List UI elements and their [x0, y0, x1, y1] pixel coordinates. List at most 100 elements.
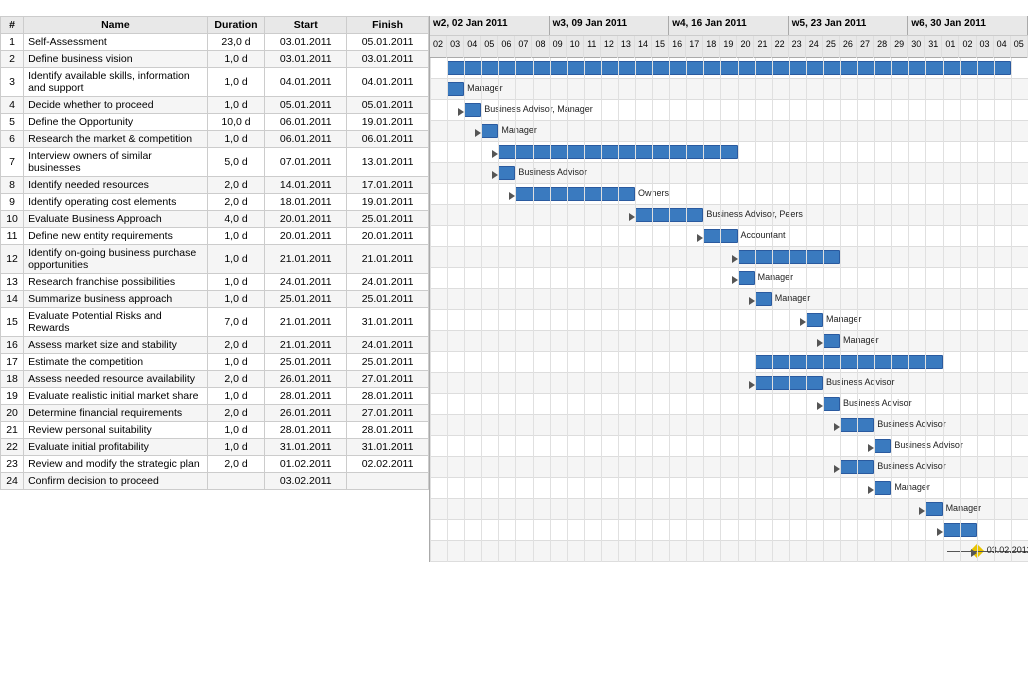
day-label: 30 — [908, 36, 925, 58]
row-start: 25.01.2011 — [265, 354, 347, 371]
row-finish: 19.01.2011 — [347, 114, 429, 131]
row-start: 26.01.2011 — [265, 405, 347, 422]
row-duration: 2,0 d — [207, 177, 265, 194]
row-name: Define business vision — [24, 51, 208, 68]
gantt-row: 03.02.2011 — [430, 541, 1028, 562]
gantt-row: Manager — [430, 79, 1028, 100]
row-name: Identify needed resources — [24, 177, 208, 194]
row-name: Review and modify the strategic plan — [24, 456, 208, 473]
row-num: 10 — [1, 211, 24, 228]
row-duration: 2,0 d — [207, 456, 265, 473]
gantt-row: Manager — [430, 478, 1028, 499]
gantt-bar — [755, 376, 823, 390]
gantt-bar — [925, 502, 942, 516]
table-row: 23 Review and modify the strategic plan … — [1, 456, 429, 473]
row-finish: 24.01.2011 — [347, 337, 429, 354]
gantt-bar-label: Manager — [775, 293, 811, 303]
week-label: w6, 30 Jan 2011 — [908, 16, 1028, 35]
day-label: 21 — [754, 36, 771, 58]
gantt-row: Manager — [430, 310, 1028, 331]
gantt-bar-label: Business Advisor — [518, 167, 587, 177]
day-label: 25 — [823, 36, 840, 58]
table-row: 7 Interview owners of similar businesses… — [1, 148, 429, 177]
gantt-bar-label: Manager — [467, 83, 503, 93]
row-duration: 1,0 d — [207, 291, 265, 308]
row-start: 03.01.2011 — [265, 34, 347, 51]
gantt-chart-section: w2, 02 Jan 2011w3, 09 Jan 2011w4, 16 Jan… — [430, 16, 1028, 562]
gantt-bar-label: Manager — [758, 272, 794, 282]
row-duration: 7,0 d — [207, 308, 265, 337]
row-start: 25.01.2011 — [265, 291, 347, 308]
gantt-bar-label: Business Advisor — [877, 461, 946, 471]
row-finish: 31.01.2011 — [347, 439, 429, 456]
gantt-row — [430, 58, 1028, 79]
main-title — [0, 0, 1028, 16]
gantt-bar — [703, 229, 737, 243]
task-table: # Name Duration Start Finish 1 Self-Asse… — [0, 16, 429, 490]
gantt-bar-label: Business Advisor — [894, 440, 963, 450]
table-row: 20 Determine financial requirements 2,0 … — [1, 405, 429, 422]
dependency-arrow — [817, 339, 823, 347]
row-num: 17 — [1, 354, 24, 371]
row-name: Summarize business approach — [24, 291, 208, 308]
table-row: 16 Assess market size and stability 2,0 … — [1, 337, 429, 354]
row-name: Assess needed resource availability — [24, 371, 208, 388]
row-num: 3 — [1, 68, 24, 97]
row-finish: 03.01.2011 — [347, 51, 429, 68]
row-start: 24.01.2011 — [265, 274, 347, 291]
row-duration: 1,0 d — [207, 51, 265, 68]
row-start: 28.01.2011 — [265, 388, 347, 405]
day-label: 02 — [959, 36, 976, 58]
row-duration: 1,0 d — [207, 245, 265, 274]
row-start: 28.01.2011 — [265, 422, 347, 439]
row-name: Evaluate Potential Risks and Rewards — [24, 308, 208, 337]
gantt-row: Business Advisor — [430, 415, 1028, 436]
day-label: 29 — [891, 36, 908, 58]
row-num: 14 — [1, 291, 24, 308]
row-name: Research the market & competition — [24, 131, 208, 148]
row-finish: 17.01.2011 — [347, 177, 429, 194]
row-num: 4 — [1, 97, 24, 114]
table-row: 22 Evaluate initial profitability 1,0 d … — [1, 439, 429, 456]
gantt-bar — [635, 208, 703, 222]
row-name: Assess market size and stability — [24, 337, 208, 354]
table-row: 3 Identify available skills, information… — [1, 68, 429, 97]
gantt-row: Manager — [430, 499, 1028, 520]
row-finish: 06.01.2011 — [347, 131, 429, 148]
day-label: 24 — [806, 36, 823, 58]
day-label: 09 — [550, 36, 567, 58]
row-num: 1 — [1, 34, 24, 51]
row-finish: 04.01.2011 — [347, 68, 429, 97]
row-num: 15 — [1, 308, 24, 337]
gantt-bar-label: Manager — [894, 482, 930, 492]
row-name: Estimate the competition — [24, 354, 208, 371]
week-label: w2, 02 Jan 2011 — [430, 16, 550, 35]
table-row: 4 Decide whether to proceed 1,0 d 05.01.… — [1, 97, 429, 114]
row-name: Determine financial requirements — [24, 405, 208, 422]
row-name: Decide whether to proceed — [24, 97, 208, 114]
table-row: 11 Define new entity requirements 1,0 d … — [1, 228, 429, 245]
gantt-bar-label: Manager — [826, 314, 862, 324]
dependency-arrow — [800, 318, 806, 326]
row-finish: 25.01.2011 — [347, 291, 429, 308]
gantt-row — [430, 142, 1028, 163]
table-row: 10 Evaluate Business Approach 4,0 d 20.0… — [1, 211, 429, 228]
gantt-row: Manager — [430, 331, 1028, 352]
day-label: 13 — [618, 36, 635, 58]
row-start: 07.01.2011 — [265, 148, 347, 177]
day-label: 28 — [874, 36, 891, 58]
day-label: 03 — [977, 36, 994, 58]
row-start: 31.01.2011 — [265, 439, 347, 456]
row-name: Define the Opportunity — [24, 114, 208, 131]
col-header-duration: Duration — [207, 17, 265, 34]
col-header-finish: Finish — [347, 17, 429, 34]
row-finish: 05.01.2011 — [347, 34, 429, 51]
week-label: w5, 23 Jan 2011 — [789, 16, 909, 35]
day-label: 10 — [567, 36, 584, 58]
dependency-arrow — [919, 507, 925, 515]
table-row: 21 Review personal suitability 1,0 d 28.… — [1, 422, 429, 439]
day-label: 26 — [840, 36, 857, 58]
row-start: 05.01.2011 — [265, 97, 347, 114]
gantt-bar — [447, 82, 464, 96]
row-num: 6 — [1, 131, 24, 148]
